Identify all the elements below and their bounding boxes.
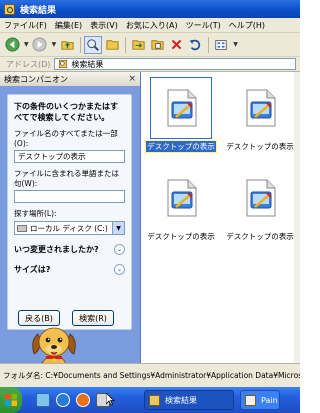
menu-favorites[interactable]: お気に入り(A) [122, 20, 182, 31]
results-view: デスクトップの表示 デスクトップの表示 デスクトップの表示 デスクトップの表示 [142, 72, 300, 363]
title-bar: 検索結果 [0, 0, 300, 18]
result-name: デスクトップの表示 [226, 232, 294, 241]
forward-icon[interactable] [31, 36, 49, 54]
windows-logo-icon [5, 394, 17, 406]
search-results-icon [59, 59, 68, 69]
result-item[interactable]: デスクトップの表示 [224, 167, 296, 242]
window-title: 検索結果 [20, 5, 57, 16]
result-name: デスクトップの表示 [226, 142, 294, 151]
undo-icon[interactable] [186, 36, 204, 54]
toolbar-separator [208, 36, 210, 53]
folders-icon[interactable] [103, 36, 121, 54]
vertical-scrollbar[interactable] [294, 72, 300, 363]
address-field[interactable]: 検索結果 [54, 58, 297, 70]
when-modified-label: いつ変更されましたか? [14, 245, 99, 254]
start-button[interactable] [0, 387, 22, 413]
lookin-label: 探す場所(L): [14, 209, 57, 218]
search-form: 下の条件のいくつかまたはすべてで検索してください。 ファイル名のすべてまたは一部… [7, 94, 132, 330]
when-modified-expander[interactable]: いつ変更されましたか? ⌄ [14, 244, 125, 255]
address-value: 検索結果 [71, 59, 104, 69]
mouse-cursor-icon [106, 393, 115, 406]
result-item[interactable]: デスクトップの表示 [145, 167, 217, 242]
contains-label: ファイルに含まれる単語または句(W): [14, 169, 119, 188]
contains-input[interactable] [14, 190, 125, 203]
drive-icon [17, 224, 27, 232]
search-icon[interactable] [84, 35, 103, 54]
search-window-icon [4, 3, 15, 15]
status-bar: フォルダ名: C:¥Documents and Settings¥Adminis… [0, 363, 300, 387]
move-to-icon[interactable] [129, 36, 147, 54]
result-item[interactable]: デスクトップの表示 [224, 77, 296, 152]
show-desktop-icon [167, 89, 197, 127]
close-icon[interactable]: × [128, 74, 136, 84]
search-window-icon [149, 394, 160, 406]
menu-bar: ファイル(F) 編集(E) 表示(V) お気に入り(A) ツール(T) ヘルプ(… [0, 18, 300, 33]
lookin-select[interactable]: ローカル ディスク (C:) ▼ [14, 221, 125, 235]
pane-title: 検索コンパニオン [4, 74, 68, 84]
up-folder-icon[interactable] [58, 36, 76, 54]
search-heading: 下の条件のいくつかまたはすべてで検索してください。 [14, 102, 118, 122]
task-paint[interactable]: Pain [240, 390, 280, 410]
copy-to-icon[interactable] [148, 36, 166, 54]
filename-input[interactable]: デスクトップの表示 [14, 150, 125, 163]
back-icon[interactable] [3, 36, 21, 54]
show-desktop-icon [246, 179, 276, 217]
result-name: デスクトップの表示 [145, 140, 217, 153]
show-desktop-icon [246, 89, 276, 127]
task-search-results[interactable]: 検索結果 [144, 390, 234, 410]
menu-tools[interactable]: ツール(T) [182, 20, 225, 31]
views-dropdown-icon[interactable]: ▼ [233, 41, 238, 48]
lookin-value: ローカル ディスク (C:) [30, 223, 108, 233]
task-label: 検索結果 [165, 395, 197, 405]
forward-dropdown-icon[interactable]: ▼ [52, 41, 57, 48]
internet-explorer-icon[interactable] [56, 393, 70, 407]
show-desktop-icon [167, 179, 197, 217]
menu-edit[interactable]: 編集(E) [51, 20, 86, 31]
toolbar-separator [80, 36, 82, 53]
back-dropdown-icon[interactable]: ▼ [24, 41, 29, 48]
show-desktop-quicklaunch-icon[interactable] [36, 393, 50, 407]
size-label: サイズは? [14, 265, 51, 274]
size-expander[interactable]: サイズは? ⌄ [14, 264, 125, 275]
views-icon[interactable] [212, 36, 230, 54]
search-companion-pane: 検索コンパニオン × 下の条件のいくつかまたはすべてで検索してください。 ファイ… [0, 72, 141, 388]
menu-help[interactable]: ヘルプ(H) [225, 20, 269, 31]
menu-file[interactable]: ファイル(F) [0, 20, 51, 31]
media-player-icon[interactable] [76, 393, 90, 407]
menu-view[interactable]: 表示(V) [86, 20, 122, 31]
toolbar-separator [125, 36, 127, 53]
address-label: アドレス(D) [6, 59, 51, 69]
chevron-down-icon[interactable]: ▼ [112, 222, 124, 234]
taskbar: 検索結果 Pain [0, 387, 300, 413]
delete-icon[interactable] [167, 36, 185, 54]
toolbar: ▼ ▼ ▼ [0, 33, 300, 57]
paint-icon [245, 394, 256, 406]
address-bar: アドレス(D) 検索結果 [0, 57, 300, 72]
status-text: フォルダ名: C:¥Documents and Settings¥Adminis… [3, 371, 300, 380]
pane-header: 検索コンパニオン × [0, 72, 140, 86]
task-label: Pain [261, 395, 278, 405]
result-name: デスクトップの表示 [147, 232, 215, 241]
filename-label: ファイル名のすべてまたは一部(O): [14, 129, 118, 148]
expand-chevron-icon[interactable]: ⌄ [114, 244, 125, 255]
result-item[interactable]: デスクトップの表示 [145, 77, 217, 153]
expand-chevron-icon[interactable]: ⌄ [114, 264, 125, 275]
